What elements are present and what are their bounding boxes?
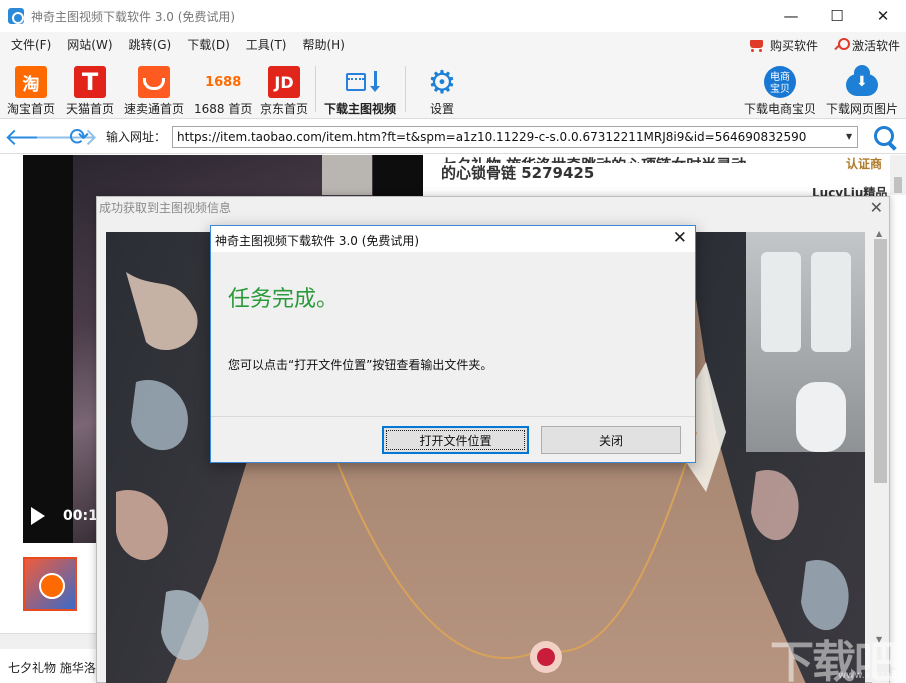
download-video-button[interactable]: 下载主图视频 [324,58,396,118]
download-estore-button[interactable]: 电商 宝贝 下载电商宝贝 [744,58,816,118]
task-complete-message: 您可以点击“打开文件位置”按钮查看输出文件夹。 [228,356,492,373]
menu-help[interactable]: 帮助(H) [295,32,353,58]
minimize-button[interactable]: — [768,0,814,32]
tmall-icon: T [74,66,106,98]
address-label: 输入网址： [106,128,166,145]
task-complete-heading: 任务完成。 [228,281,338,313]
open-file-location-button[interactable]: 打开文件位置 [382,426,529,454]
watermark-url: www.xiazaiba.com [838,670,906,681]
jd-home-label: 京东首页 [260,100,308,117]
play-icon[interactable] [31,507,45,525]
product-title: 七夕礼物 施华洛世奇跳动的心项链女时尚灵动 的心锁骨链 5279425 [441,155,786,183]
buy-software-label: 购买软件 [770,37,818,54]
jd-home-button[interactable]: JD 京东首页 [260,58,308,118]
tmall-home-label: 天猫首页 [66,100,114,117]
shopping-cart-icon [748,37,766,53]
task-complete-close-icon[interactable]: ✕ [673,228,687,248]
cloud-download-icon [844,66,880,98]
url-input[interactable] [172,126,858,148]
video-time: 00:1 [63,508,98,524]
menu-goto[interactable]: 跳转(G) [121,32,180,58]
download-video-label: 下载主图视频 [324,100,396,117]
menu-bar: 文件(F) 网站(W) 跳转(G) 下载(D) 工具(T) 帮助(H) 购买软件… [0,32,906,58]
app-icon [8,8,24,24]
download-web-images-button[interactable]: 下载网页图片 [826,58,898,118]
title-bar: 神奇主图视频下载软件 3.0 (免费试用) — ☐ ✕ [0,0,906,32]
download-web-images-label: 下载网页图片 [826,100,898,117]
product-title-line1: 七夕礼物 施华洛世奇跳动的心项链女时尚灵动 [441,155,786,163]
toolbar: 淘 淘宝首页 T 天猫首页 速卖通首页 1688 1688 首页 JD 京东首页… [0,58,906,119]
download-estore-label: 下载电商宝贝 [744,100,816,117]
aliexpress-home-button[interactable]: 速卖通首页 [124,58,184,118]
scroll-up-arrow-icon[interactable]: ▲ [876,229,882,238]
activate-software-link[interactable]: 激活软件 [832,37,900,54]
menu-download[interactable]: 下载(D) [179,32,238,58]
1688-home-button[interactable]: 1688 1688 首页 [194,58,252,118]
toolbar-divider [405,66,406,112]
activate-software-label: 激活软件 [852,37,900,54]
close-window-button[interactable]: ✕ [860,0,906,32]
estore-icon-text-2: 宝贝 [770,84,790,96]
address-bar: 🡐 🡒 ⟳ 输入网址： [0,120,906,154]
task-complete-dialog: 神奇主图视频下载软件 3.0 (免费试用) ✕ 任务完成。 您可以点击“打开文件… [210,225,696,463]
certified-badge: 认证商 [846,155,882,172]
jd-icon: JD [268,66,300,98]
1688-home-label: 1688 首页 [194,100,252,117]
buy-software-link[interactable]: 购买软件 [748,37,818,54]
film-download-icon [343,66,377,98]
settings-label: 设置 [430,100,454,117]
menu-file[interactable]: 文件(F) [3,32,59,58]
web-vertical-scrollbar[interactable] [890,155,906,195]
scrollbar-thumb[interactable] [874,239,887,483]
refresh-icon[interactable]: ⟳ [64,125,94,149]
task-complete-titlebar: 神奇主图视频下载软件 3.0 (免费试用) ✕ [211,226,695,252]
estore-icon: 电商 宝贝 [764,66,796,98]
web-bottom-title: 七夕礼物 施华洛 [8,659,96,676]
estore-icon-text-1: 电商 [770,72,790,84]
close-button[interactable]: 关闭 [541,426,681,454]
video-info-close-icon[interactable]: ✕ [870,198,883,217]
video-info-scrollbar[interactable]: ▲ ▼ [872,227,889,683]
1688-icon: 1688 [203,66,243,98]
back-arrow-icon[interactable]: 🡐 [4,125,34,149]
product-thumbnail[interactable] [23,557,77,611]
maximize-button[interactable]: ☐ [814,0,860,32]
aliexpress-icon [138,66,170,98]
taobao-icon: 淘 [15,66,47,98]
toolbar-divider [315,66,316,112]
key-icon [832,37,848,53]
menu-right-actions: 购买软件 激活软件 [748,32,900,58]
search-icon[interactable] [872,124,898,150]
gear-icon: ⚙ [426,66,458,98]
web-horizontal-scrollbar[interactable] [0,633,96,649]
settings-button[interactable]: ⚙ 设置 [426,58,458,118]
tmall-home-button[interactable]: T 天猫首页 [66,58,114,118]
product-title-line2: 的心锁骨链 5279425 [441,164,594,182]
taobao-home-label: 淘宝首页 [7,100,55,117]
taobao-home-button[interactable]: 淘 淘宝首页 [7,58,55,118]
url-dropdown-icon[interactable]: ▼ [846,132,852,141]
aliexpress-home-label: 速卖通首页 [124,100,184,117]
task-complete-title: 神奇主图视频下载软件 3.0 (免费试用) [215,232,419,249]
product-top-thumbnail [322,155,372,195]
app-title: 神奇主图视频下载软件 3.0 (免费试用) [31,8,235,25]
video-info-title: 成功获取到主图视频信息 [99,199,231,216]
menu-site[interactable]: 网站(W) [59,32,120,58]
forward-arrow-icon[interactable]: 🡒 [34,125,64,149]
menu-tools[interactable]: 工具(T) [238,32,295,58]
